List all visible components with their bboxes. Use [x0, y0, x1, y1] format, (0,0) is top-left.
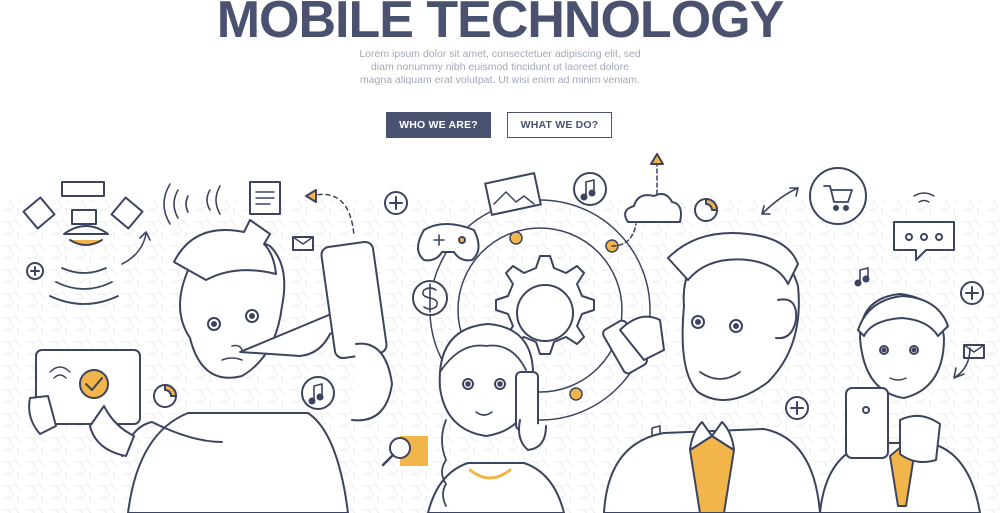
shopping-cart-icon [809, 167, 867, 225]
music-note-icon [301, 376, 335, 410]
mail-icon [963, 344, 985, 359]
plus-icon [384, 191, 408, 215]
document-icon [249, 181, 281, 215]
plus-icon [785, 396, 809, 420]
donut-chart-icon [694, 198, 718, 222]
page-subtitle: Lorem ipsum dolor sit amet, consectetuer… [300, 48, 700, 87]
smartphone-icon [845, 387, 889, 459]
what-we-do-button[interactable]: WHAT WE DO? [507, 112, 612, 138]
donut-chart-icon [153, 384, 177, 408]
plus-icon [26, 262, 44, 280]
who-we-are-button[interactable]: WHO WE ARE? [386, 112, 491, 138]
mobile-technology-illustration [0, 153, 1000, 513]
page-title: MOBILE TECHNOLOGY [216, 0, 785, 49]
subtitle-line: Lorem ipsum dolor sit amet, consectetuer… [359, 48, 641, 60]
dollar-icon [412, 280, 448, 316]
subtitle-line: diam nonummy nibh euismod tincidunt ut l… [371, 61, 629, 73]
music-note-icon [573, 172, 607, 206]
plus-icon [960, 281, 984, 305]
subtitle-line: magna aliquam erat volutpat. Ut wisi eni… [359, 74, 641, 86]
mail-icon [292, 236, 314, 251]
